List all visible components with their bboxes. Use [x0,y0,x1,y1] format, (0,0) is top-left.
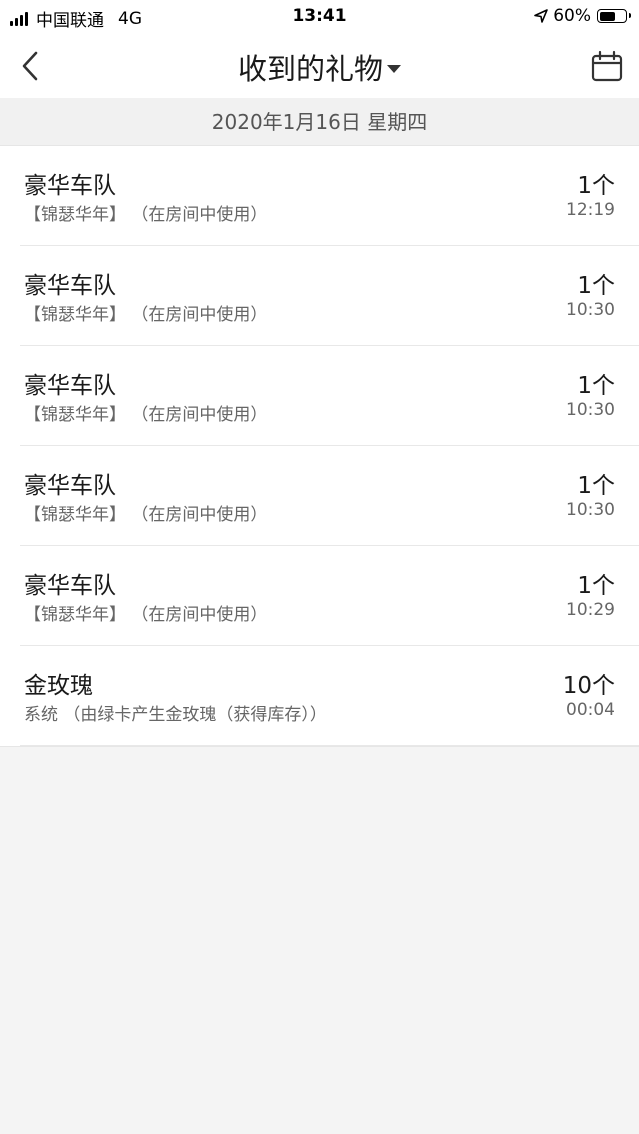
gift-time: 10:30 [566,300,615,320]
gift-name: 豪华车队 [24,173,116,199]
status-right: 60% [533,6,631,26]
gift-time: 10:29 [566,600,615,620]
location-arrow-icon [534,9,549,23]
caret-down-icon [387,65,401,73]
list-item[interactable]: 豪华车队 【锦瑟华年】 （在房间中使用） 1个 10:30 [20,346,639,446]
gift-time: 10:30 [566,400,615,420]
gift-time: 10:30 [566,500,615,520]
gift-list: 豪华车队 【锦瑟华年】 （在房间中使用） 1个 12:19 豪华车队 【锦瑟华年… [0,146,639,747]
gift-description: 系统 （由绿卡产生金玫瑰（获得库存）） [24,705,327,725]
gift-description: 【锦瑟华年】 （在房间中使用） [24,305,268,325]
gift-name: 豪华车队 [24,573,116,599]
status-bar: 中国联通 4G 13:41 60% [0,0,639,34]
gift-count: 10个 [562,673,615,699]
gift-count: 1个 [577,473,615,499]
gift-name: 金玫瑰 [24,673,93,699]
gift-count: 1个 [577,573,615,599]
list-item[interactable]: 金玫瑰 系统 （由绿卡产生金玫瑰（获得库存）） 10个 00:04 [20,646,639,746]
battery-percent: 60% [553,6,591,26]
gift-description: 【锦瑟华年】 （在房间中使用） [24,605,268,625]
date-header: 2020年1月16日 星期四 [0,98,639,146]
battery-fill [599,11,615,21]
gift-description: 【锦瑟华年】 （在房间中使用） [24,505,268,525]
title-dropdown[interactable]: 收到的礼物 [0,46,639,88]
gift-count: 1个 [577,173,615,199]
page-title: 收到的礼物 [237,52,383,86]
list-item[interactable]: 豪华车队 【锦瑟华年】 （在房间中使用） 1个 10:30 [20,246,639,346]
list-item[interactable]: 豪华车队 【锦瑟华年】 （在房间中使用） 1个 10:30 [20,446,639,546]
gift-name: 豪华车队 [24,273,116,299]
gift-time: 12:19 [566,200,615,220]
gift-description: 【锦瑟华年】 （在房间中使用） [24,205,268,225]
list-item[interactable]: 豪华车队 【锦瑟华年】 （在房间中使用） 1个 12:19 [20,146,639,246]
nav-bar: 收到的礼物 [0,34,639,98]
gift-name: 豪华车队 [24,373,116,399]
battery-icon [597,9,631,23]
gift-description: 【锦瑟华年】 （在房间中使用） [24,405,268,425]
gift-time: 00:04 [566,700,615,720]
calendar-button[interactable] [589,48,625,84]
gift-name: 豪华车队 [24,473,116,499]
list-divider [0,746,639,747]
calendar-icon [591,50,623,82]
list-item[interactable]: 豪华车队 【锦瑟华年】 （在房间中使用） 1个 10:29 [20,546,639,646]
gift-count: 1个 [577,273,615,299]
gift-count: 1个 [577,373,615,399]
